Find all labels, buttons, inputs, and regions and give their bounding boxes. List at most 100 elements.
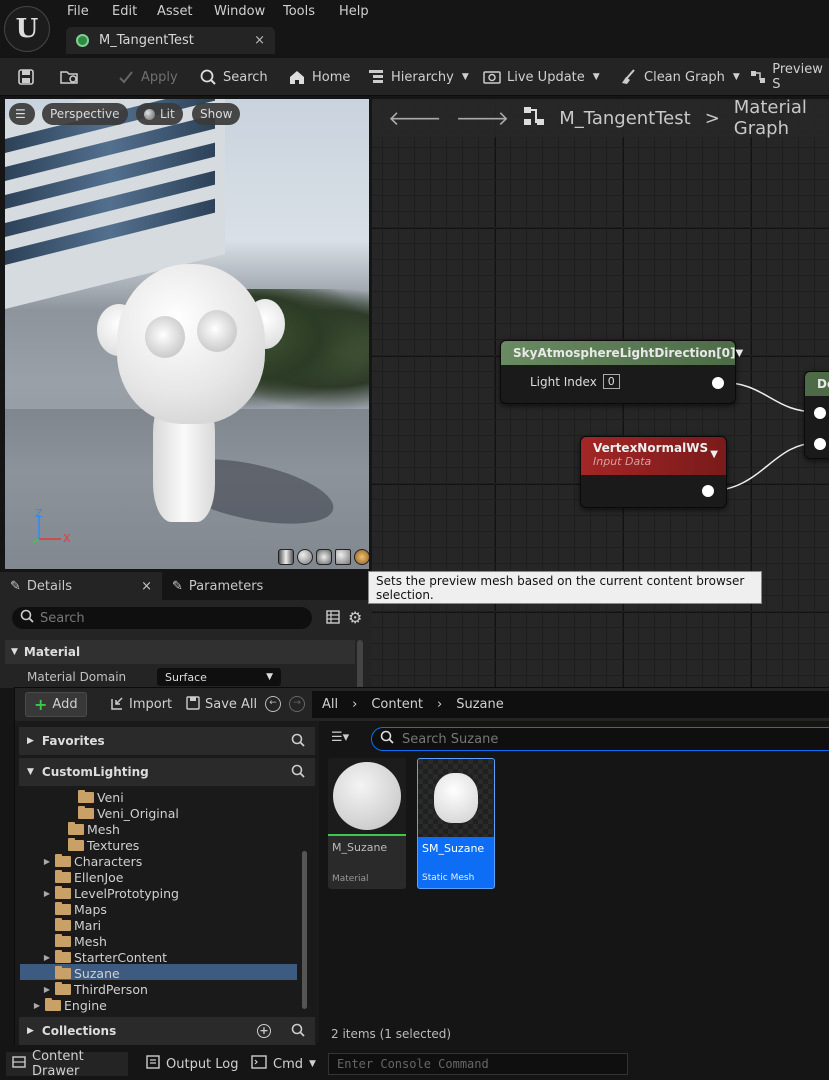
light-index-input[interactable]: 0 [602, 374, 620, 389]
console-command-input[interactable]: Enter Console Command [328, 1053, 628, 1075]
home-button[interactable]: Home [288, 58, 350, 96]
chevron-right-icon[interactable]: ▶ [32, 1001, 42, 1010]
preview-label: Preview S [772, 62, 823, 92]
tree-label: EllenJoe [74, 869, 124, 885]
tab-parameters[interactable]: ✎ Parameters [162, 572, 263, 600]
history-back-icon[interactable]: ← [265, 696, 281, 712]
sphere-preview-icon[interactable] [297, 549, 313, 565]
unreal-logo-icon[interactable]: U [4, 6, 50, 52]
tree-item[interactable]: Mesh [42, 933, 107, 949]
search-button[interactable]: Search [199, 58, 268, 96]
clean-graph-label: Clean Graph [644, 69, 725, 85]
gear-icon[interactable]: ⚙ [348, 608, 362, 627]
perspective-button[interactable]: Perspective [42, 103, 128, 125]
filter-icon[interactable]: ☰▾ [331, 730, 349, 745]
hierarchy-button[interactable]: Hierarchy ▼ [367, 58, 469, 96]
pencil-icon: ✎ [10, 578, 21, 594]
cylinder-preview-icon[interactable] [278, 549, 294, 565]
save-all-button[interactable]: Save All [178, 692, 265, 717]
asset-tile-material[interactable]: M_Suzane Material [328, 758, 406, 889]
monkey-eye-right [197, 310, 237, 352]
collections-header[interactable]: ▶ Collections + [19, 1017, 315, 1045]
lit-button[interactable]: Lit [136, 103, 183, 125]
chevron-down-icon[interactable]: ▼ [736, 348, 744, 359]
input-pin-b[interactable] [814, 438, 826, 450]
menu-tools[interactable]: Tools [283, 4, 315, 19]
history-forward-icon[interactable]: → [289, 696, 305, 712]
import-button[interactable]: Import [102, 692, 180, 717]
tree-item[interactable]: Mari [42, 917, 101, 933]
tree-item[interactable]: Textures [55, 837, 139, 853]
search-icon[interactable] [291, 1023, 305, 1040]
node-vertex-normal-ws[interactable]: VertexNormalWS Input Data ▼ [580, 436, 727, 508]
favorites-header[interactable]: ▶ Favorites [19, 727, 315, 755]
tree-item[interactable]: ▶ StarterContent [42, 949, 167, 965]
asset-tile-static-mesh-selected[interactable]: SM_Suzane Static Mesh [417, 758, 495, 889]
apply-button[interactable]: Apply [117, 58, 178, 96]
path-all[interactable]: All [322, 697, 338, 712]
path-content[interactable]: Content [371, 697, 423, 712]
search-icon[interactable] [291, 733, 305, 750]
close-tab-button[interactable]: × [254, 33, 265, 48]
menu-help[interactable]: Help [339, 4, 369, 19]
close-details-button[interactable]: × [141, 579, 152, 594]
add-collection-icon[interactable]: + [257, 1024, 271, 1038]
live-update-button[interactable]: Live Update ▼ [483, 58, 600, 96]
chevron-right-icon[interactable]: ▶ [42, 857, 52, 866]
cmd-dropdown[interactable]: Cmd ▼ [245, 1052, 322, 1076]
viewport-menu-button[interactable]: ☰ [9, 103, 35, 125]
tree-item[interactable]: ▶ Engine [32, 997, 107, 1013]
preview-viewport[interactable]: ☰ Perspective Lit Show Z X [5, 99, 369, 569]
menu-window[interactable]: Window [214, 4, 265, 19]
add-button[interactable]: + Add [25, 692, 87, 717]
preview-button[interactable]: Preview S [750, 58, 829, 96]
tree-item[interactable]: ▶ LevelPrototyping [42, 885, 179, 901]
tree-item[interactable]: Mesh [55, 821, 120, 837]
details-search-input[interactable]: Search [12, 607, 312, 629]
tab-material-editor[interactable]: M_TangentTest × [66, 27, 275, 54]
tree-item[interactable]: Veni [65, 789, 124, 805]
details-scrollbar[interactable] [357, 640, 363, 690]
cube-preview-icon[interactable] [335, 549, 351, 565]
output-pin[interactable] [702, 485, 714, 497]
save-button[interactable] [17, 58, 35, 96]
show-button[interactable]: Show [192, 103, 241, 125]
tab-details[interactable]: ✎ Details × [0, 572, 162, 600]
node-sky-atmosphere-light-direction[interactable]: SkyAtmosphereLightDirection[0] ▼ Light I… [500, 340, 743, 404]
menu-edit[interactable]: Edit [112, 4, 137, 19]
chevron-down-icon[interactable]: ▼ [710, 449, 718, 460]
path-suzane[interactable]: Suzane [456, 697, 504, 712]
menu-file[interactable]: File [67, 4, 89, 19]
browse-button[interactable] [60, 58, 78, 96]
mesh-preview-icon[interactable] [354, 549, 369, 565]
custom-lighting-header[interactable]: ▼ CustomLighting [19, 758, 315, 786]
tree-item[interactable]: EllenJoe [42, 869, 123, 885]
console-placeholder: Enter Console Command [337, 1057, 489, 1071]
chevron-right-icon[interactable]: ▶ [42, 985, 52, 994]
content-drawer-label: Content Drawer [32, 1049, 84, 1079]
node-dot-product[interactable]: Do [804, 371, 829, 459]
content-drawer-button[interactable]: Content Drawer [6, 1049, 128, 1079]
tree-item[interactable]: Maps [42, 901, 107, 917]
tree-item-selected[interactable]: Suzane [42, 965, 120, 981]
material-category-header[interactable]: ▼ Material [5, 640, 355, 664]
plane-preview-icon[interactable] [316, 549, 332, 565]
search-icon[interactable] [291, 764, 305, 781]
terminal-icon [251, 1055, 267, 1073]
perspective-label: Perspective [50, 107, 120, 121]
material-domain-dropdown[interactable]: Surface ▼ [157, 668, 281, 686]
asset-search-input[interactable]: Search Suzane [371, 727, 829, 751]
chevron-right-icon[interactable]: ▶ [42, 889, 52, 898]
output-log-button[interactable]: Output Log [140, 1052, 245, 1076]
tree-item[interactable]: Veni_Original [65, 805, 179, 821]
output-pin[interactable] [712, 377, 724, 389]
table-view-icon[interactable] [326, 610, 340, 628]
menu-asset[interactable]: Asset [157, 4, 193, 19]
chevron-right-icon[interactable]: ▶ [42, 953, 52, 962]
tree-item[interactable]: ▶ ThirdPerson [42, 981, 148, 997]
tree-scrollbar[interactable] [302, 851, 307, 1009]
input-pin-a[interactable] [814, 407, 826, 419]
tree-item[interactable]: ▶ Characters [42, 853, 142, 869]
axis-gizmo: Z X [31, 507, 81, 547]
clean-graph-button[interactable]: Clean Graph ▼ [620, 58, 740, 96]
